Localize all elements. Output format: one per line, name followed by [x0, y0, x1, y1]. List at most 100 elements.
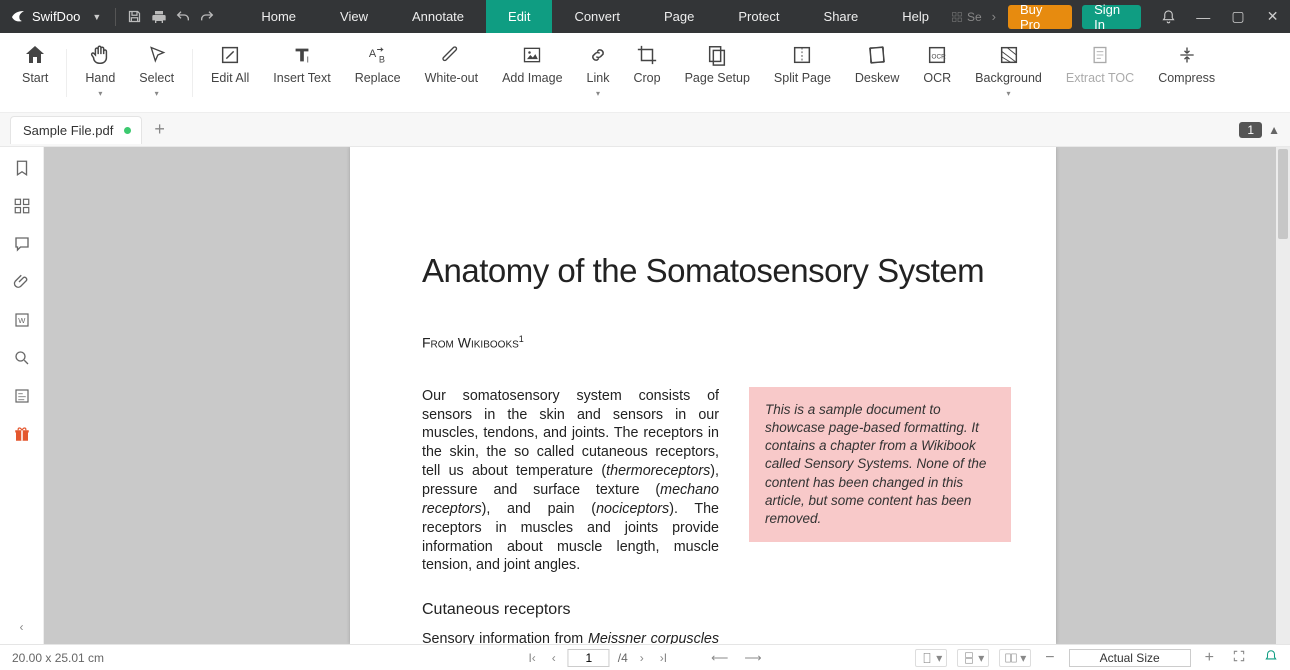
app-dropdown-icon[interactable]: ▼ [92, 12, 101, 22]
search-text-fragment: Se [967, 10, 982, 24]
word-icon: W [13, 311, 31, 329]
save-button[interactable] [122, 0, 146, 33]
sidebar: W ‹ [0, 147, 44, 644]
nav-back-button[interactable]: ⟵ [707, 651, 732, 665]
zoom-in-button[interactable]: + [1201, 649, 1218, 667]
search-icon [13, 349, 31, 367]
menu-edit[interactable]: Edit [486, 0, 552, 33]
print-icon [151, 9, 167, 25]
sidebar-gift[interactable] [11, 423, 33, 445]
tab-sample-file[interactable]: Sample File.pdf [10, 116, 142, 144]
tool-whiteout[interactable]: White-out [413, 41, 491, 85]
view-continuous-button[interactable]: ▾ [957, 649, 989, 667]
main-menu: Home View Annotate Edit Convert Page Pro… [239, 0, 951, 33]
sidebar-form[interactable] [11, 385, 33, 407]
tool-extracttoc: Extract TOC [1054, 41, 1146, 85]
cursor-icon [147, 45, 167, 65]
add-tab-button[interactable]: + [154, 119, 165, 140]
page-input[interactable] [568, 649, 610, 667]
menu-protect[interactable]: Protect [716, 0, 801, 33]
buy-pro-button[interactable]: Buy Pro [1008, 5, 1072, 29]
view-facing-button[interactable]: ▾ [999, 649, 1031, 667]
tool-hand[interactable]: Hand▾ [73, 41, 127, 98]
sidebar-comments[interactable] [11, 233, 33, 255]
sign-in-button[interactable]: Sign In [1082, 5, 1141, 29]
tool-select[interactable]: Select▾ [127, 41, 186, 98]
print-button[interactable] [147, 0, 171, 33]
app-logo[interactable]: SwifDoo ▼ [0, 9, 109, 25]
main-area: W ‹ Anatomy of the Somatosensory System … [0, 147, 1290, 644]
bell-icon [1161, 9, 1176, 24]
redo-button[interactable] [195, 0, 219, 33]
prev-page-button[interactable]: ‹ [548, 651, 560, 665]
compress-icon [1177, 44, 1197, 66]
svg-text:A: A [368, 48, 376, 60]
sidebar-collapse[interactable]: ‹ [20, 620, 24, 634]
tool-deskew[interactable]: Deskew [843, 41, 911, 85]
tool-start[interactable]: Start [10, 41, 60, 85]
edit-icon [219, 44, 241, 66]
modified-dot-icon [124, 127, 131, 134]
separator [115, 8, 116, 26]
pagesetup-icon [706, 44, 728, 66]
grid-icon [951, 11, 963, 23]
first-page-button[interactable]: I‹ [524, 651, 539, 665]
svg-text:OCR: OCR [932, 54, 947, 61]
sidebar-bookmarks[interactable] [11, 157, 33, 179]
tool-editall[interactable]: Edit All [199, 41, 261, 85]
menu-page[interactable]: Page [642, 0, 716, 33]
close-button[interactable]: ✕ [1255, 0, 1290, 33]
notifications-button[interactable] [1151, 0, 1186, 33]
view-single-button[interactable]: ▾ [915, 649, 947, 667]
sidebar-note: This is a sample document to showcase pa… [749, 387, 1011, 543]
undo-button[interactable] [171, 0, 195, 33]
last-page-button[interactable]: ›I [656, 651, 671, 665]
tool-ocr[interactable]: OCROCR [911, 41, 963, 85]
scroll-thumb[interactable] [1278, 149, 1288, 239]
facing-icon [1004, 651, 1018, 665]
minimize-button[interactable]: — [1186, 0, 1221, 33]
menu-help[interactable]: Help [880, 0, 951, 33]
vertical-scrollbar[interactable] [1276, 147, 1290, 644]
tool-background[interactable]: Background▾ [963, 41, 1054, 98]
tool-replace[interactable]: ABReplace [343, 41, 413, 85]
menu-home[interactable]: Home [239, 0, 318, 33]
nav-forward-button[interactable]: ⟶ [740, 651, 765, 665]
doc-title: Anatomy of the Somatosensory System [422, 252, 1011, 290]
fullscreen-button[interactable] [1228, 649, 1250, 666]
tool-link[interactable]: Link▾ [575, 41, 622, 98]
page-count-badge[interactable]: 1 [1239, 122, 1262, 138]
sidebar-word[interactable]: W [11, 309, 33, 331]
deskew-icon [866, 44, 888, 66]
quick-search[interactable]: Se [951, 10, 982, 24]
document-viewport[interactable]: Anatomy of the Somatosensory System From… [44, 147, 1290, 644]
tool-compress[interactable]: Compress [1146, 41, 1227, 85]
collapse-ribbon-button[interactable]: ▲ [1268, 123, 1280, 137]
pin-button[interactable] [1260, 649, 1282, 666]
menu-annotate[interactable]: Annotate [390, 0, 486, 33]
toc-icon [1090, 44, 1110, 66]
svg-text:B: B [379, 54, 385, 64]
sidebar-attachments[interactable] [11, 271, 33, 293]
tool-inserttext[interactable]: IInsert Text [261, 41, 342, 85]
overflow-arrow-icon[interactable]: › [992, 9, 996, 24]
sidebar-thumbnails[interactable] [11, 195, 33, 217]
paperclip-icon [13, 273, 31, 291]
tool-crop[interactable]: Crop [621, 41, 672, 85]
menu-convert[interactable]: Convert [552, 0, 642, 33]
tool-splitpage[interactable]: Split Page [762, 41, 843, 85]
background-icon [998, 44, 1020, 66]
page-dimensions: 20.00 x 25.01 cm [8, 651, 104, 665]
eraser-icon [441, 44, 461, 66]
next-page-button[interactable]: › [636, 651, 648, 665]
menu-share[interactable]: Share [802, 0, 881, 33]
ribbon: Start Hand▾ Select▾ Edit All IInsert Tex… [0, 33, 1290, 113]
maximize-button[interactable]: ▢ [1221, 0, 1256, 33]
menu-view[interactable]: View [318, 0, 390, 33]
app-name: SwifDoo [32, 9, 80, 24]
zoom-level[interactable]: Actual Size [1069, 649, 1191, 667]
tool-addimage[interactable]: Add Image [490, 41, 574, 85]
tool-pagesetup[interactable]: Page Setup [673, 41, 762, 85]
sidebar-search[interactable] [11, 347, 33, 369]
zoom-out-button[interactable]: − [1041, 649, 1058, 667]
